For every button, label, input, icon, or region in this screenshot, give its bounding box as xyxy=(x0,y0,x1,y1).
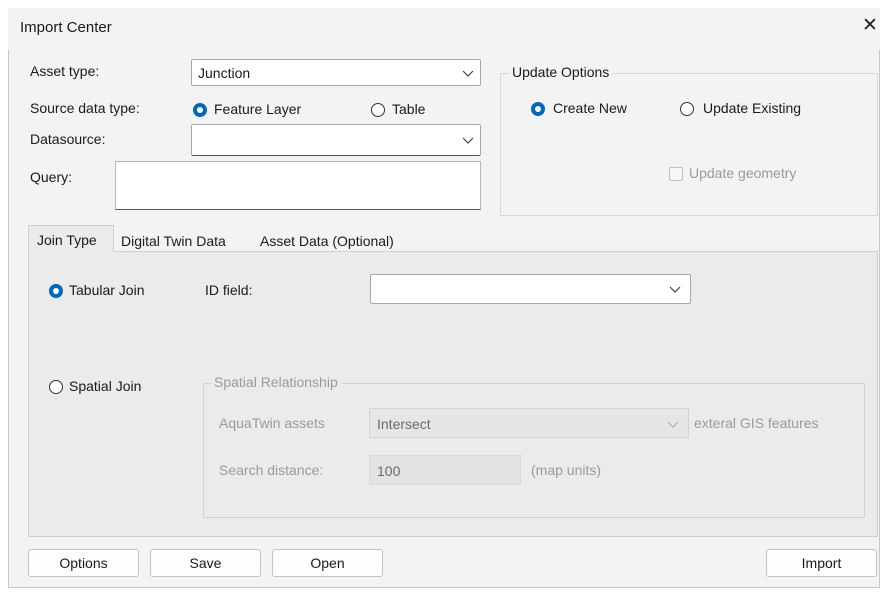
update-options-group xyxy=(500,73,878,216)
chevron-down-icon xyxy=(462,137,474,144)
table-label: Table xyxy=(392,101,426,117)
import-button[interactable]: Import xyxy=(766,549,877,577)
source-data-type-label: Source data type: xyxy=(30,100,140,116)
update-existing-radio[interactable] xyxy=(680,102,694,116)
search-distance-input[interactable]: 100 xyxy=(369,455,521,485)
asset-type-value: Junction xyxy=(198,65,251,81)
asset-type-label: Asset type: xyxy=(30,63,100,79)
aquatwin-assets-label: AquaTwin assets xyxy=(219,415,325,431)
open-button[interactable]: Open xyxy=(272,549,383,577)
id-field-label: ID field: xyxy=(205,282,253,298)
spatial-relationship-title: Spatial Relationship xyxy=(211,374,341,390)
options-button[interactable]: Options xyxy=(28,549,139,577)
spatial-relationship-dropdown[interactable]: Intersect xyxy=(369,408,689,438)
spatial-relationship-value: Intersect xyxy=(377,416,431,432)
asset-type-dropdown[interactable]: Junction xyxy=(191,59,481,86)
update-existing-label: Update Existing xyxy=(703,100,802,116)
tabular-join-label: Tabular Join xyxy=(69,282,145,298)
tab-asset-data[interactable]: Asset Data (Optional) xyxy=(260,233,394,249)
update-geometry-label: Update geometry xyxy=(689,165,797,181)
update-geometry-checkbox[interactable] xyxy=(669,167,683,181)
map-units-label: (map units) xyxy=(531,462,602,478)
table-radio[interactable] xyxy=(371,103,385,117)
title-bar xyxy=(8,8,880,50)
id-field-dropdown[interactable] xyxy=(370,274,691,304)
create-new-radio[interactable] xyxy=(531,102,545,116)
spatial-join-label: Spatial Join xyxy=(69,378,142,394)
chevron-down-icon xyxy=(667,421,679,428)
spatial-relationship-group xyxy=(203,383,865,518)
tab-join-type-label: Join Type xyxy=(37,232,97,248)
datasource-dropdown[interactable] xyxy=(191,124,481,156)
tabular-join-radio[interactable] xyxy=(49,284,63,298)
query-textbox[interactable] xyxy=(115,161,481,210)
window-title: Import Center xyxy=(20,19,112,36)
external-gis-features-label: exteral GIS features xyxy=(694,415,819,431)
chevron-down-icon xyxy=(669,286,681,293)
close-icon[interactable]: ✕ xyxy=(862,16,878,36)
query-label: Query: xyxy=(30,169,73,185)
save-button[interactable]: Save xyxy=(150,549,261,577)
search-distance-value: 100 xyxy=(377,463,401,479)
search-distance-label: Search distance: xyxy=(219,462,324,478)
feature-layer-radio[interactable] xyxy=(193,103,207,117)
datasource-label: Datasource: xyxy=(30,131,106,147)
feature-layer-label: Feature Layer xyxy=(214,101,302,117)
chevron-down-icon xyxy=(462,70,474,77)
create-new-label: Create New xyxy=(553,100,627,116)
update-options-title: Update Options xyxy=(509,64,613,80)
tab-digital-twin-data[interactable]: Digital Twin Data xyxy=(121,233,226,249)
spatial-join-radio[interactable] xyxy=(49,380,63,394)
